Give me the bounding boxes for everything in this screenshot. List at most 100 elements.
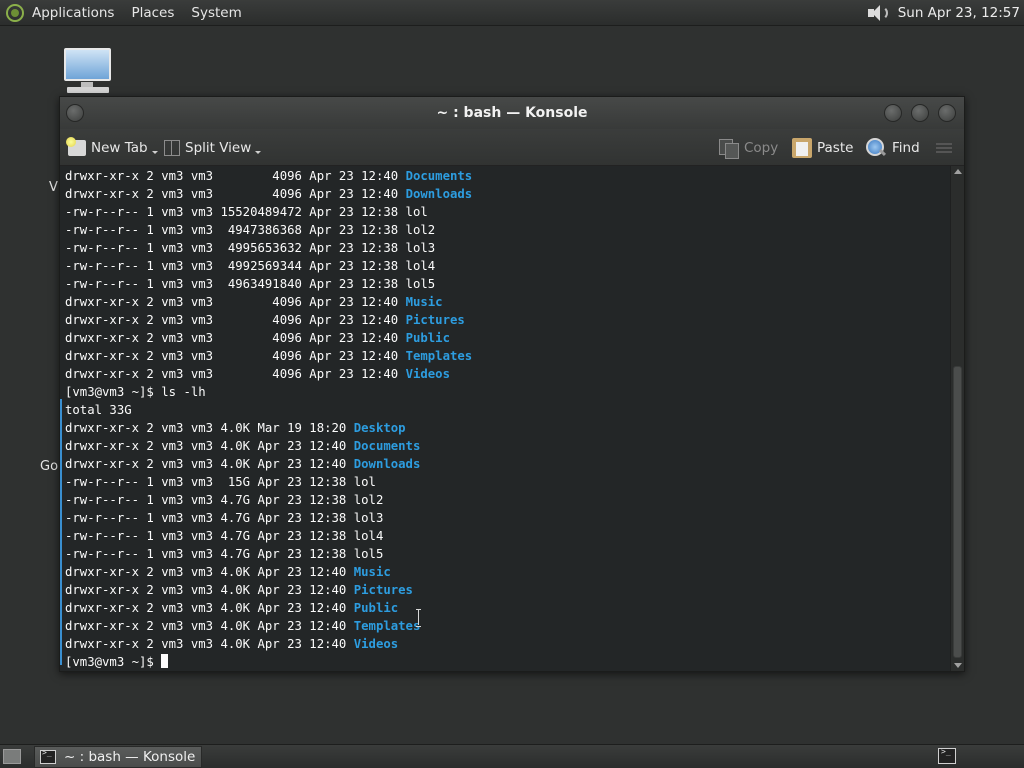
clock[interactable]: Sun Apr 23, 12:57 [898,5,1020,21]
terminal-output[interactable]: drwxr-xr-x 2 vm3 vm3 4096 Apr 23 12:40 D… [60,166,950,671]
terminal-line-text: -rw-r--r-- 1 vm3 vm3 4947386368 Apr 23 1… [65,223,436,237]
copy-button[interactable]: Copy [719,129,778,166]
terminal-line: drwxr-xr-x 2 vm3 vm3 4096 Apr 23 12:40 V… [65,365,472,383]
paste-button[interactable]: Paste [792,129,853,166]
close-button[interactable] [938,104,956,122]
top-panel: Applications Places System Sun Apr 23, 1… [0,0,1024,26]
terminal-line-text: total 33G [65,403,132,417]
desktop-icon-label-fragment: Go [40,459,59,474]
computer-desktop-icon[interactable] [63,47,113,95]
window-menu-icon[interactable] [66,104,84,122]
terminal-line: drwxr-xr-x 2 vm3 vm3 4.0K Apr 23 12:40 D… [65,455,472,473]
terminal-cursor [161,654,169,668]
terminal-line-text: -rw-r--r-- 1 vm3 vm3 4.7G Apr 23 12:38 l… [65,493,384,507]
text-cursor-icon [416,609,421,627]
distro-logo-icon[interactable] [6,3,24,22]
terminal-line: drwxr-xr-x 2 vm3 vm3 4096 Apr 23 12:40 T… [65,347,472,365]
new-tab-label: New Tab [91,139,148,156]
terminal-scrollbar[interactable] [950,166,964,671]
terminal-line: -rw-r--r-- 1 vm3 vm3 4.7G Apr 23 12:38 l… [65,545,472,563]
find-button[interactable]: Find [866,129,920,166]
terminal-line: -rw-r--r-- 1 vm3 vm3 4995653632 Apr 23 1… [65,239,472,257]
window-titlebar[interactable]: ~ : bash — Konsole [60,97,964,129]
terminal-line-text: drwxr-xr-x 2 vm3 vm3 4096 Apr 23 12:40 [65,169,406,183]
find-label: Find [892,139,920,156]
terminal-line: -rw-r--r-- 1 vm3 vm3 4947386368 Apr 23 1… [65,221,472,239]
paste-icon [792,137,812,158]
directory-name: Music [405,295,443,309]
directory-name: Downloads [353,457,421,471]
directory-name: Templates [353,619,421,633]
terminal-line-text: [vm3@vm3 ~]$ ls -lh [65,385,206,399]
terminal-line: -rw-r--r-- 1 vm3 vm3 4.7G Apr 23 12:38 l… [65,491,472,509]
terminal-icon[interactable] [938,747,956,764]
new-tab-button[interactable]: New Tab [66,129,158,166]
show-desktop-icon[interactable] [3,749,21,764]
terminal-line-text: -rw-r--r-- 1 vm3 vm3 4992569344 Apr 23 1… [65,259,436,273]
taskbar-item-label: ~ : bash — Konsole [64,749,196,765]
directory-name: Documents [353,439,421,453]
terminal-line: -rw-r--r-- 1 vm3 vm3 4.7G Apr 23 12:38 l… [65,527,472,545]
terminal-line: drwxr-xr-x 2 vm3 vm3 4096 Apr 23 12:40 D… [65,185,472,203]
terminal-line: drwxr-xr-x 2 vm3 vm3 4.0K Apr 23 12:40 P… [65,581,472,599]
konsole-toolbar: New Tab Split View Copy Paste Find [60,129,964,166]
terminal-line: drwxr-xr-x 2 vm3 vm3 4.0K Apr 23 12:40 V… [65,635,472,653]
minimize-button[interactable] [884,104,902,122]
terminal-line-text: -rw-r--r-- 1 vm3 vm3 4995653632 Apr 23 1… [65,241,436,255]
scroll-up-arrow-icon[interactable] [954,169,962,174]
desktop-icon-label-fragment: V [49,180,58,195]
copy-label: Copy [744,139,779,156]
menu-applications[interactable]: Applications [32,5,114,21]
menu-system[interactable]: System [191,5,241,21]
terminal-line-text: -rw-r--r-- 1 vm3 vm3 4963491840 Apr 23 1… [65,277,436,291]
directory-name: Music [353,565,391,579]
maximize-button[interactable] [911,104,929,122]
terminal-line: drwxr-xr-x 2 vm3 vm3 4096 Apr 23 12:40 P… [65,329,472,347]
window-title: ~ : bash — Konsole [436,105,588,121]
terminal-line-text: -rw-r--r-- 1 vm3 vm3 4.7G Apr 23 12:38 l… [65,547,384,561]
split-view-button[interactable]: Split View [164,129,262,166]
directory-name: Public [353,601,399,615]
terminal-line: -rw-r--r-- 1 vm3 vm3 4963491840 Apr 23 1… [65,275,472,293]
terminal-line-text: drwxr-xr-x 2 vm3 vm3 4.0K Apr 23 12:40 [65,457,354,471]
terminal-line-text: drwxr-xr-x 2 vm3 vm3 4.0K Mar 19 18:20 [65,421,354,435]
directory-name: Public [405,331,450,345]
terminal-line: drwxr-xr-x 2 vm3 vm3 4.0K Apr 23 12:40 D… [65,437,472,455]
keyboard-shape [67,87,109,93]
directory-name: Videos [405,367,450,381]
hamburger-menu-icon[interactable] [936,143,952,153]
terminal-line: total 33G [65,401,472,419]
terminal-line-text: -rw-r--r-- 1 vm3 vm3 15520489472 Apr 23 … [65,205,428,219]
scrollbar-thumb[interactable] [953,366,962,658]
taskbar-item-konsole[interactable]: ~ : bash — Konsole [34,746,202,768]
terminal-line: -rw-r--r-- 1 vm3 vm3 4.7G Apr 23 12:38 l… [65,509,472,527]
terminal-line: drwxr-xr-x 2 vm3 vm3 4.0K Mar 19 18:20 D… [65,419,472,437]
menu-places[interactable]: Places [131,5,174,21]
volume-wave-icon [876,6,888,20]
directory-name: Pictures [353,583,413,597]
panel-tray: Sun Apr 23, 12:57 [866,0,1020,26]
scroll-down-arrow-icon[interactable] [954,663,962,668]
new-tab-icon [66,136,86,156]
search-icon [866,137,886,158]
directory-name: Downloads [405,187,473,201]
terminal-line-text: drwxr-xr-x 2 vm3 vm3 4.0K Apr 23 12:40 [65,637,354,651]
terminal-line-text: drwxr-xr-x 2 vm3 vm3 4.0K Apr 23 12:40 [65,619,354,633]
directory-name: Videos [353,637,399,651]
monitor-screen [64,48,111,81]
terminal-line: drwxr-xr-x 2 vm3 vm3 4096 Apr 23 12:40 D… [65,167,472,185]
dropdown-arrow-icon [151,151,158,154]
directory-name: Desktop [353,421,406,435]
split-view-icon [164,139,180,156]
directory-name: Documents [405,169,473,183]
split-view-label: Split View [185,139,252,156]
volume-icon[interactable] [866,3,888,23]
terminal-line-text: drwxr-xr-x 2 vm3 vm3 4096 Apr 23 12:40 [65,331,406,345]
directory-name: Templates [405,349,473,363]
paste-label: Paste [817,139,854,156]
terminal-line-text: drwxr-xr-x 2 vm3 vm3 4.0K Apr 23 12:40 [65,439,354,453]
terminal-line-text: drwxr-xr-x 2 vm3 vm3 4096 Apr 23 12:40 [65,187,406,201]
terminal-lines: drwxr-xr-x 2 vm3 vm3 4096 Apr 23 12:40 D… [65,167,472,671]
terminal-prompt-line[interactable]: [vm3@vm3 ~]$ [65,653,472,671]
terminal-line-text: -rw-r--r-- 1 vm3 vm3 4.7G Apr 23 12:38 l… [65,529,384,543]
